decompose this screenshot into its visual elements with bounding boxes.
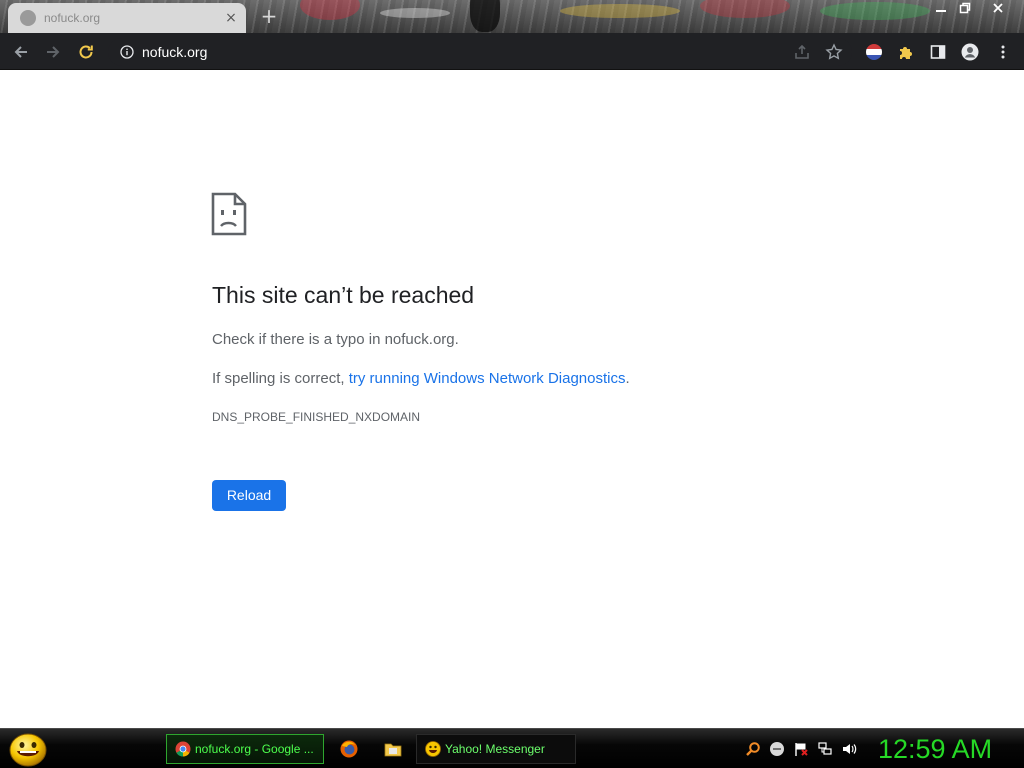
reload-icon [79, 45, 93, 59]
firefox-icon[interactable] [339, 739, 359, 759]
side-panel-icon [930, 45, 946, 59]
start-smiley-icon[interactable] [8, 731, 48, 767]
reload-toolbar-button[interactable] [73, 39, 99, 65]
share-icon [795, 44, 809, 59]
menu-button[interactable] [990, 39, 1016, 65]
restore-icon [959, 2, 971, 14]
messenger-status-icon[interactable] [769, 741, 785, 757]
side-panel-button[interactable] [925, 39, 951, 65]
browser-toolbar: nofuck.org [0, 33, 1024, 70]
system-clock[interactable]: 12:59 AM [878, 732, 1018, 766]
puzzle-icon [900, 47, 912, 59]
restore-button[interactable] [952, 0, 978, 16]
bookmark-button[interactable] [821, 39, 847, 65]
error-code: DNS_PROBE_FINISHED_NXDOMAIN [212, 410, 421, 424]
extension-flag-button[interactable] [861, 39, 887, 65]
info-icon [120, 45, 134, 59]
chrome-icon [175, 741, 191, 757]
sad-document-icon [211, 192, 247, 236]
star-icon [825, 43, 843, 60]
forward-button[interactable] [40, 39, 66, 65]
taskbar-chrome-label: nofuck.org - Google ... [195, 742, 314, 756]
kebab-menu-icon [1001, 45, 1005, 59]
address-bar[interactable]: nofuck.org [108, 38, 852, 66]
back-button[interactable] [8, 39, 34, 65]
url-text[interactable]: nofuck.org [142, 44, 207, 60]
diagnostics-suffix: . [625, 370, 630, 387]
close-window-button[interactable] [985, 0, 1011, 16]
folder-icon[interactable] [383, 739, 403, 759]
site-favicon-icon [20, 10, 36, 26]
taskbar-yahoo-label: Yahoo! Messenger [445, 742, 545, 756]
error-diagnostics-hint: If spelling is correct, try running Wind… [212, 370, 630, 387]
error-typo-hint: Check if there is a typo in nofuck.org. [212, 331, 459, 348]
extensions-button[interactable] [893, 39, 919, 65]
taskbar-yahoo-window[interactable]: Yahoo! Messenger [416, 734, 576, 764]
close-icon [993, 3, 1003, 13]
tab-title: nofuck.org [44, 11, 101, 25]
diagnostics-prefix: If spelling is correct, [212, 370, 349, 387]
flag-circle-icon [866, 44, 882, 60]
flag-icon[interactable] [793, 741, 809, 757]
tab-strip: nofuck.org × + [0, 0, 1024, 33]
volume-icon[interactable] [841, 741, 857, 757]
back-arrow-icon [14, 46, 27, 58]
error-title: This site can’t be reached [212, 282, 475, 308]
new-tab-button[interactable]: + [258, 6, 280, 28]
avatar-icon [961, 43, 979, 61]
error-page: This site can’t be reached Check if ther… [0, 70, 1024, 728]
yahoo-messenger-icon [425, 741, 441, 757]
network-icon[interactable] [817, 741, 833, 757]
reload-button[interactable]: Reload [212, 480, 286, 511]
taskbar: nofuck.org - Google ... Yahoo! Messenger [0, 728, 1024, 768]
share-button[interactable] [789, 39, 815, 65]
forward-arrow-icon [47, 46, 60, 58]
search-icon[interactable] [745, 741, 761, 757]
diagnostics-link[interactable]: try running Windows Network Diagnostics [349, 370, 626, 387]
minimize-icon [936, 10, 946, 12]
taskbar-chrome-window[interactable]: nofuck.org - Google ... [166, 734, 324, 764]
browser-tab[interactable]: nofuck.org × [8, 3, 246, 33]
profile-button[interactable] [957, 39, 983, 65]
tab-close-icon[interactable]: × [222, 9, 240, 27]
minimize-button[interactable] [928, 0, 954, 16]
